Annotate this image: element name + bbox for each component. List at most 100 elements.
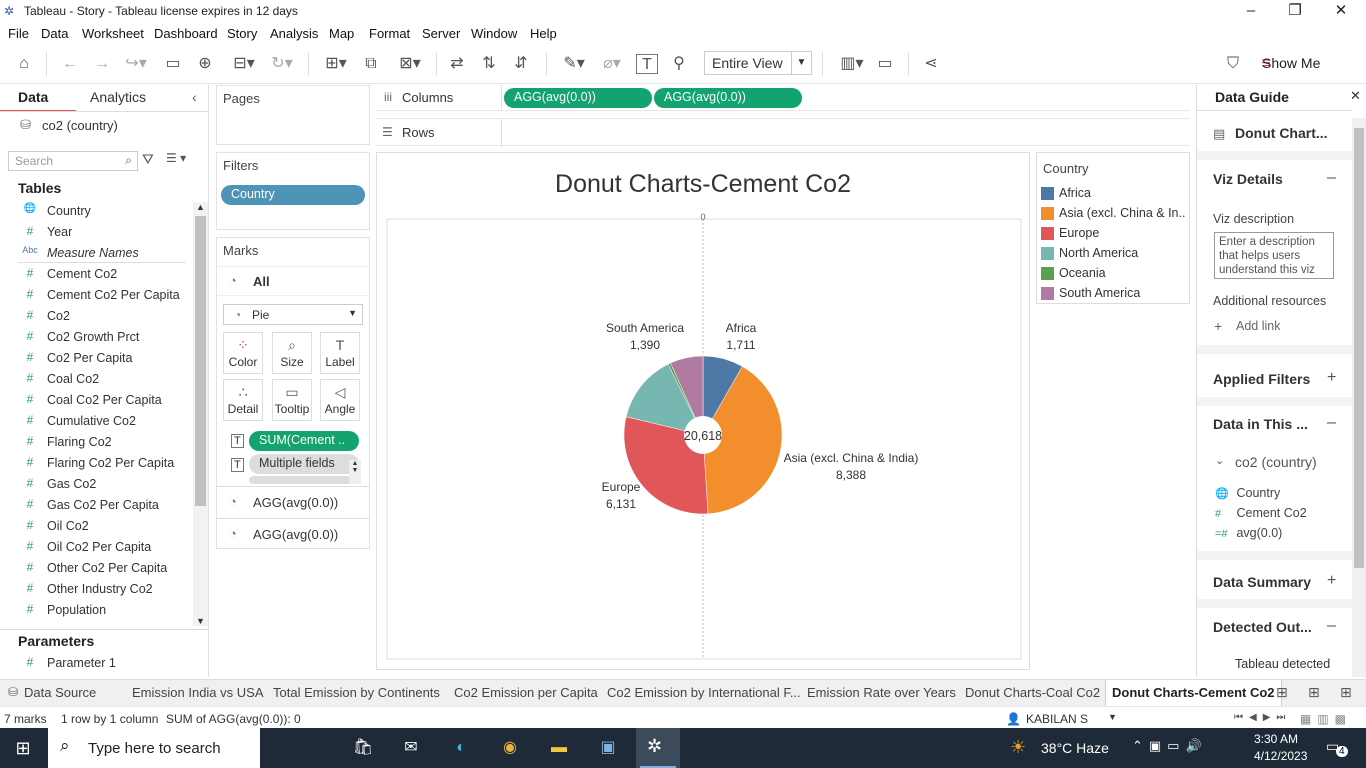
collapse-icon[interactable]: – (1327, 169, 1336, 187)
field-item[interactable]: # Flaring Co2 Per Capita (0, 453, 192, 474)
label-pill-multiple-fields[interactable]: Multiple fields (249, 454, 359, 474)
applied-filters-header[interactable]: Applied Filters (1213, 371, 1310, 387)
new-story-icon[interactable]: ⊞ (1340, 684, 1352, 701)
refresh-icon[interactable]: ↻▾ (264, 54, 300, 74)
donut-chart[interactable]: Donut Charts-Cement Co2 0 20,618 Africa 1… (377, 153, 1029, 669)
pills-scrollbar[interactable]: ▲ ▼ (349, 460, 361, 484)
chevron-down-icon[interactable]: ▼ (1108, 712, 1117, 722)
field-item[interactable]: # Co2 Growth Prct (0, 327, 192, 348)
data-in-this-header[interactable]: Data in This ... (1213, 416, 1308, 432)
field-item[interactable]: # Co2 Per Capita (0, 348, 192, 369)
field-item[interactable]: # Oil Co2 (0, 516, 192, 537)
presentation-mode-icon[interactable]: ▭ (874, 54, 896, 74)
legend-item[interactable]: Asia (excl. China & In.. (1041, 205, 1187, 223)
expand-icon[interactable]: + (1327, 572, 1336, 590)
guide-field[interactable]: # Cement Co2 (1215, 506, 1307, 520)
duplicate-sheet-icon[interactable]: ⧉ (360, 54, 382, 74)
menu-server[interactable]: Server (422, 26, 460, 41)
tableau-taskbar-button[interactable]: ✲ (636, 728, 680, 768)
columns-shelf[interactable]: iii Columns AGG(avg(0.0)) AGG(avg(0.0)) (376, 85, 1190, 111)
marks-layer-2[interactable]: ◔ AGG(avg(0.0)) (217, 518, 369, 549)
group-members-icon[interactable]: ⌀▾ (594, 54, 630, 74)
replay-icon[interactable]: ↪▾ (120, 54, 152, 74)
parameter-item[interactable]: # Parameter 1 (0, 653, 192, 674)
field-item[interactable]: 🌐 Country (0, 201, 192, 222)
viz-details-header[interactable]: Viz Details (1213, 171, 1283, 187)
pages-card[interactable]: Pages (216, 85, 370, 145)
column-pill-2[interactable]: AGG(avg(0.0)) (654, 88, 802, 108)
field-item[interactable]: # Cement Co2 Per Capita (0, 285, 192, 306)
field-item[interactable]: # Cumulative Co2 (0, 411, 192, 432)
fit-dropdown[interactable]: Entire View ▼ (704, 51, 812, 75)
field-item[interactable]: # Coal Co2 (0, 369, 192, 390)
sheet-tab[interactable]: Emission Rate over Years (807, 685, 956, 700)
menu-analysis[interactable]: Analysis (270, 26, 318, 41)
collapse-icon[interactable]: – (1327, 617, 1336, 635)
tab-data[interactable]: Data (18, 89, 48, 105)
clock-date[interactable]: 4/12/2023 (1254, 749, 1307, 763)
tooltip-button[interactable]: ▭ Tooltip (272, 379, 312, 421)
filter-icon[interactable]: ⛛ (142, 151, 154, 168)
viz-description-textarea[interactable]: Enter a description that helps users und… (1214, 232, 1334, 279)
field-item[interactable]: # Population (0, 600, 192, 621)
expand-icon[interactable]: + (1327, 369, 1336, 387)
color-pill-multiple-fields[interactable] (249, 476, 359, 484)
field-item[interactable]: # Year (0, 222, 192, 243)
datasource-name[interactable]: co2 (country) (42, 118, 118, 133)
field-item[interactable]: # Coal Co2 Per Capita (0, 390, 192, 411)
mark-type-dropdown[interactable]: ◔ Pie ▼ (223, 304, 363, 325)
guide-field[interactable]: =# avg(0.0) (1215, 526, 1282, 540)
home-icon[interactable]: ⌂ (12, 54, 36, 74)
restore-button[interactable]: ❐ (1272, 0, 1318, 22)
mail-icon[interactable]: ✉ (398, 736, 424, 760)
new-worksheet-icon[interactable]: ⊞ (1276, 684, 1288, 701)
show-cards-icon[interactable]: ▥▾ (834, 54, 870, 74)
marks-layer-1[interactable]: ◔ AGG(avg(0.0)) (217, 486, 369, 517)
rows-shelf[interactable]: ☰ Rows (376, 118, 1190, 147)
clear-sheet-icon[interactable]: ⊠▾ (392, 54, 428, 74)
chevron-down-icon[interactable]: ⌄ (1215, 454, 1224, 467)
pause-updates-icon[interactable]: ⊟▾ (226, 54, 262, 74)
collapse-pane-icon[interactable]: ‹ (192, 89, 197, 105)
menu-help[interactable]: Help (530, 26, 557, 41)
field-item[interactable]: Abc Measure Names (0, 243, 192, 264)
highlight-icon[interactable]: ✎▾ (556, 54, 592, 74)
menu-worksheet[interactable]: Worksheet (82, 26, 144, 41)
legend-item[interactable]: Oceania (1041, 265, 1187, 283)
angle-button[interactable]: ◁ Angle (320, 379, 360, 421)
menu-data[interactable]: Data (41, 26, 68, 41)
sort-ascending-icon[interactable]: ⇅ (478, 54, 500, 74)
label-button[interactable]: T Label (320, 332, 360, 374)
swap-rows-columns-icon[interactable]: ⇄ (446, 54, 468, 74)
size-button[interactable]: ⌕ Size (272, 332, 312, 374)
field-item[interactable]: # Other Industry Co2 (0, 579, 192, 600)
collapse-icon[interactable]: – (1327, 414, 1336, 432)
redo-icon[interactable]: → (90, 54, 114, 74)
show-mark-labels-icon[interactable]: T (636, 54, 658, 74)
legend-item[interactable]: Europe (1041, 225, 1187, 243)
menu-window[interactable]: Window (471, 26, 517, 41)
sheet-navigation[interactable]: ⏮◀▶⏭ (1234, 712, 1291, 723)
field-item[interactable]: # Oil Co2 Per Capita (0, 537, 192, 558)
taskbar-search[interactable]: ⌕ Type here to search (48, 728, 260, 768)
format-painter-icon[interactable]: ⛉ (1222, 54, 1244, 74)
field-item[interactable]: # Cement Co2 (0, 264, 192, 285)
filters-card[interactable]: Filters Country (216, 152, 370, 230)
legend-item[interactable]: North America (1041, 245, 1187, 263)
new-datasource-icon[interactable]: ⊕ (194, 54, 216, 74)
store-icon[interactable]: 🛍 (350, 736, 376, 760)
marks-all-row[interactable]: ◔ All (217, 266, 369, 296)
field-item[interactable]: # Gas Co2 Per Capita (0, 495, 192, 516)
label-pill-cement[interactable]: SUM(Cement .. (249, 431, 359, 451)
color-button[interactable]: ⁘ Color (223, 332, 263, 374)
menu-file[interactable]: File (8, 26, 29, 41)
sheet-tab[interactable]: Donut Charts-Cement Co2 (1105, 680, 1282, 706)
detected-outliers-header[interactable]: Detected Out... (1213, 619, 1312, 635)
data-guide-scrollbar[interactable] (1352, 118, 1366, 677)
undo-icon[interactable]: ← (58, 54, 82, 74)
add-link-button[interactable]: Add link (1236, 319, 1280, 333)
legend-item[interactable]: Africa (1041, 185, 1187, 203)
view-options-icon[interactable]: ☰ ▾ (166, 151, 186, 165)
share-icon[interactable]: ⋖ (920, 54, 942, 74)
guide-field[interactable]: 🌐 Country (1215, 486, 1280, 500)
